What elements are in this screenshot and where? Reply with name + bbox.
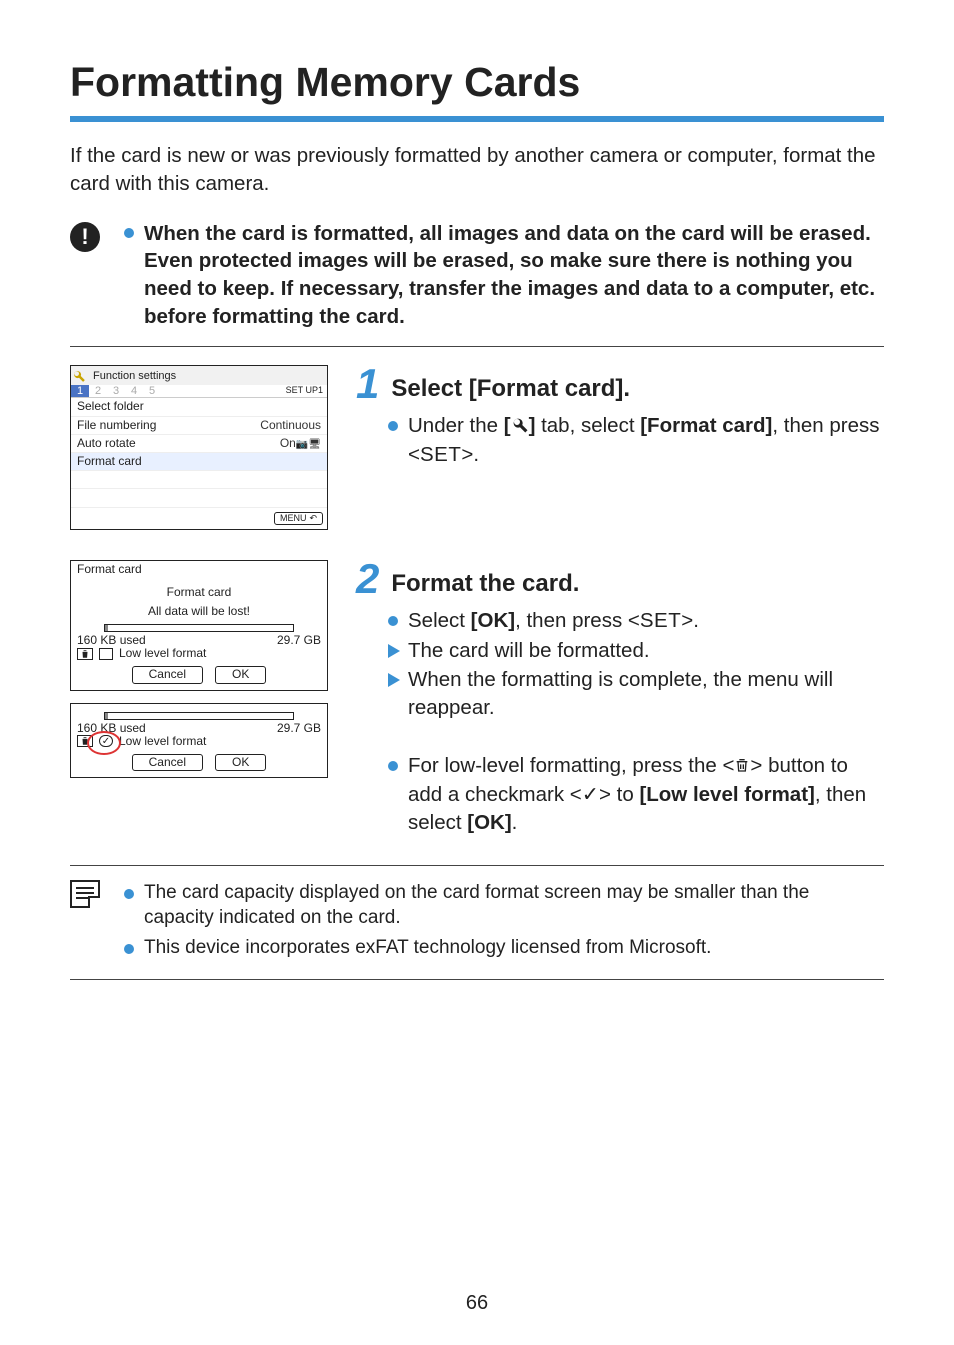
low-level-label: Low level format xyxy=(119,735,206,748)
trash-icon[interactable] xyxy=(77,735,93,747)
screenshot-format-card: Format card Format card All data will be… xyxy=(70,560,328,690)
total-label: 29.7 GB xyxy=(277,722,321,735)
low-level-checkbox[interactable] xyxy=(99,648,113,660)
page-number: 66 xyxy=(0,1290,954,1317)
menu-value: On📷🖥 xyxy=(280,437,321,450)
warning-text: When the card is formatted, all images a… xyxy=(144,220,884,331)
menu-label: File numbering xyxy=(77,419,260,432)
step-1-title: Select [Format card]. xyxy=(391,365,630,405)
step-1-line: Under the [] tab, select [Format card], … xyxy=(408,412,884,469)
bullet-icon xyxy=(388,421,398,431)
monitor-icon: 🖥 xyxy=(308,439,321,450)
step-2-line-4: For low-level formatting, press the <> b… xyxy=(408,752,884,837)
wrench-icon xyxy=(71,368,87,384)
step-number-2: 2 xyxy=(356,560,379,600)
menu-item-format-card[interactable]: Format card xyxy=(71,453,327,471)
cancel-button[interactable]: Cancel xyxy=(132,666,203,683)
bullet-icon xyxy=(388,616,398,626)
menu-item-empty xyxy=(71,489,327,507)
separator xyxy=(70,346,884,347)
screenshot-format-card-low-level: 160 KB used 29.7 GB ✓ Low level format C… xyxy=(70,703,328,779)
format-card-line2: All data will be lost! xyxy=(71,605,327,618)
wrench-icon xyxy=(511,414,529,442)
low-level-checkbox-checked[interactable]: ✓ xyxy=(99,735,113,747)
menu-value: Continuous xyxy=(260,419,321,432)
menu-back-button[interactable]: MENU ↶ xyxy=(274,512,323,526)
tabs-row: 1 2 3 4 5 SET UP1 xyxy=(71,385,327,397)
note-icon xyxy=(70,880,100,908)
menu-item-file-numbering[interactable]: File numbering Continuous xyxy=(71,417,327,435)
note-2: This device incorporates exFAT technolog… xyxy=(144,935,711,961)
tab-4[interactable]: 4 xyxy=(125,385,143,397)
menu-item-select-folder[interactable]: Select folder xyxy=(71,398,327,416)
total-label: 29.7 GB xyxy=(277,634,321,647)
menu-item-empty xyxy=(71,471,327,489)
topbar-title: Function settings xyxy=(93,370,176,382)
note-1: The card capacity displayed on the card … xyxy=(144,880,884,931)
ok-button[interactable]: OK xyxy=(215,666,266,683)
step-2-line-1: Select [OK], then press <SET>. xyxy=(408,607,699,635)
usage-bar xyxy=(104,712,294,720)
notes-block: The card capacity displayed on the card … xyxy=(70,865,884,980)
page-title: Formatting Memory Cards xyxy=(70,55,884,122)
menu-item-auto-rotate[interactable]: Auto rotate On📷🖥 xyxy=(71,435,327,453)
screenshot-function-settings: Function settings 1 2 3 4 5 SET UP1 Sele… xyxy=(70,365,328,530)
back-icon: ↶ xyxy=(309,514,317,524)
tab-3[interactable]: 3 xyxy=(107,385,125,397)
warning-block: ! When the card is formatted, all images… xyxy=(70,220,884,331)
tab-5[interactable]: 5 xyxy=(143,385,161,397)
arrow-icon xyxy=(388,644,400,658)
format-card-line1: Format card xyxy=(71,586,327,599)
caution-icon: ! xyxy=(70,222,100,252)
cancel-button[interactable]: Cancel xyxy=(132,754,203,771)
tab-1[interactable]: 1 xyxy=(71,385,89,397)
tab-2[interactable]: 2 xyxy=(89,385,107,397)
intro-text: If the card is new or was previously for… xyxy=(70,142,884,197)
usage-bar xyxy=(104,624,294,632)
menu-label: Select folder xyxy=(77,400,321,413)
menu-btn-label: MENU xyxy=(280,514,307,524)
arrow-icon xyxy=(388,673,400,687)
bullet-icon xyxy=(124,944,134,954)
menu-label: Auto rotate xyxy=(77,437,280,450)
step-number-1: 1 xyxy=(356,365,379,405)
menu-label: Format card xyxy=(77,455,321,468)
format-card-header: Format card xyxy=(71,561,327,579)
trash-icon[interactable] xyxy=(77,648,93,660)
setup-label: SET UP1 xyxy=(286,386,327,396)
camera-icon: 📷 xyxy=(296,439,308,450)
check-icon: ✓ xyxy=(582,783,599,806)
trash-icon xyxy=(734,754,750,782)
step-2-title: Format the card. xyxy=(391,560,579,600)
step-2-line-2: The card will be formatted. xyxy=(408,637,650,665)
bullet-icon xyxy=(124,889,134,899)
low-level-label: Low level format xyxy=(119,647,206,660)
step-2-line-3: When the formatting is complete, the men… xyxy=(408,666,884,721)
bullet-icon xyxy=(388,761,398,771)
used-label: 160 KB used xyxy=(77,722,146,735)
bullet-icon xyxy=(124,228,134,238)
ok-button[interactable]: OK xyxy=(215,754,266,771)
